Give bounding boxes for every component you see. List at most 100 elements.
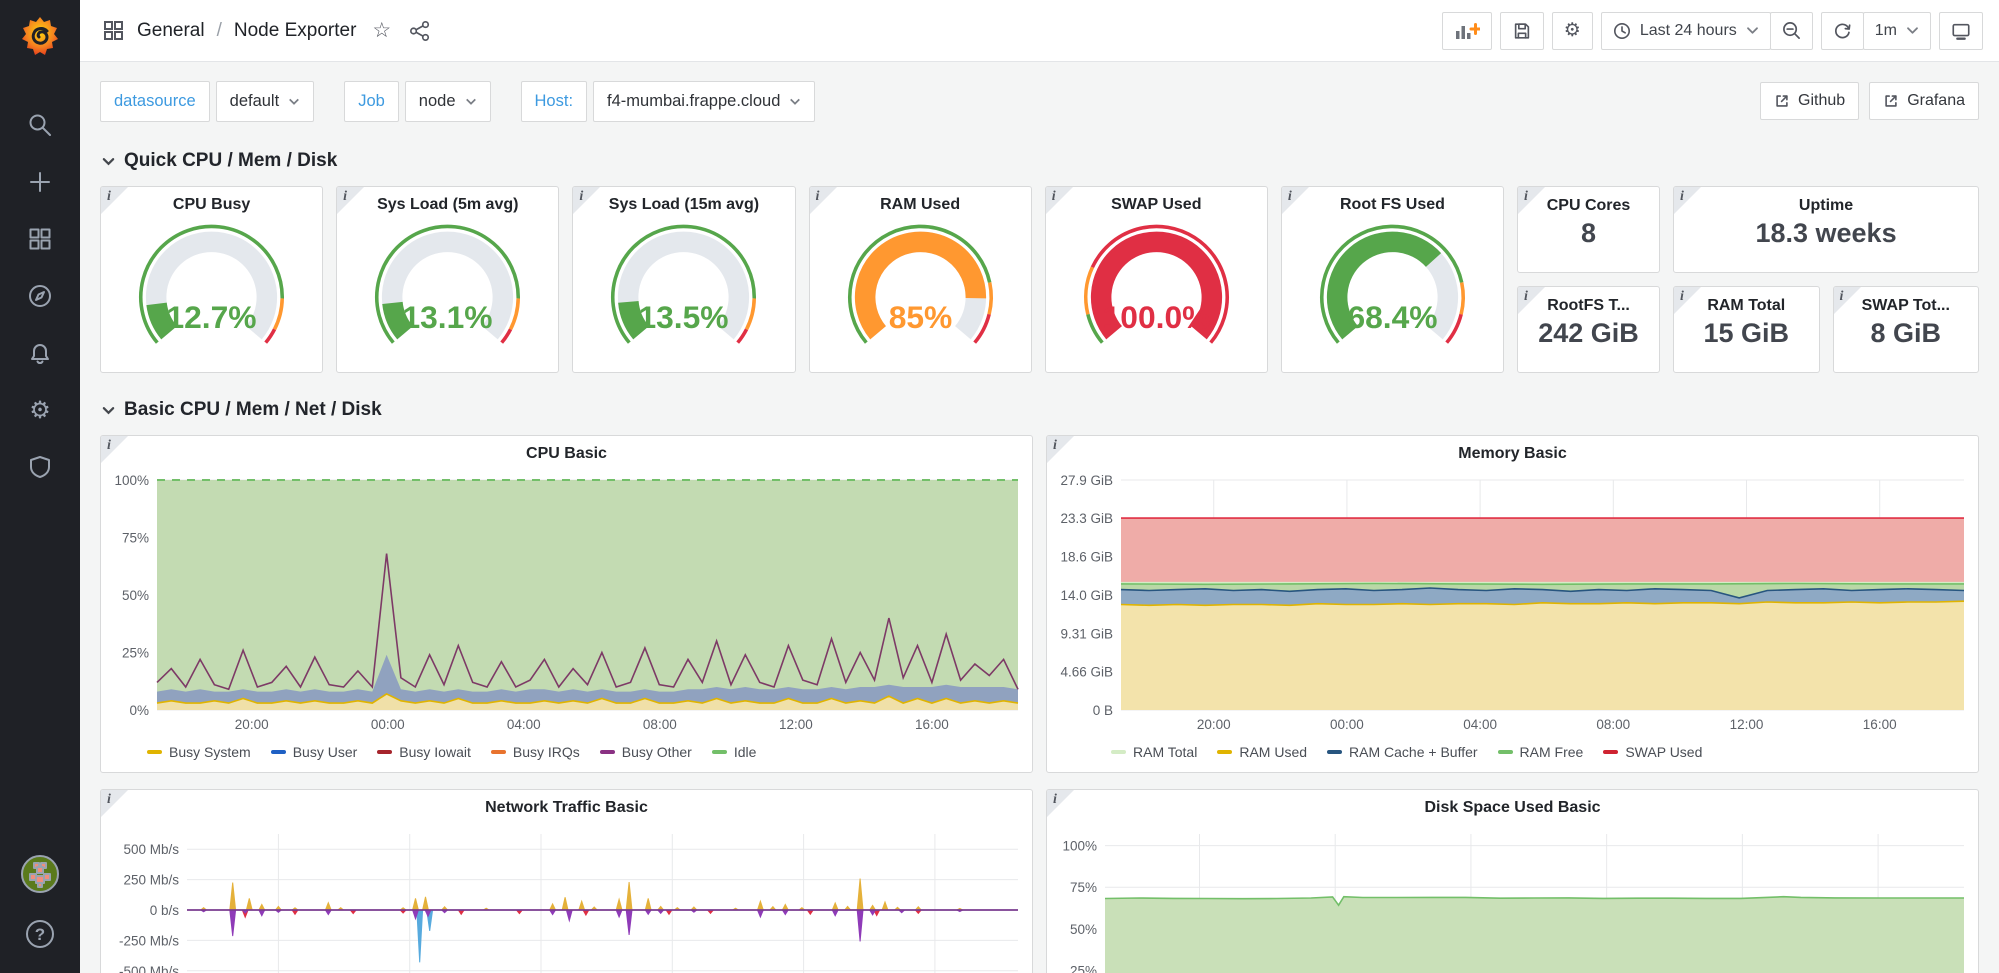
configuration-gear-icon[interactable]: ⚙ bbox=[27, 397, 53, 423]
user-avatar[interactable] bbox=[21, 855, 59, 893]
dashboard-content: datasource default Job node Host: bbox=[80, 62, 1999, 973]
info-icon[interactable]: i bbox=[1053, 438, 1057, 454]
info-icon[interactable]: i bbox=[1680, 189, 1684, 205]
info-icon[interactable]: i bbox=[1524, 189, 1528, 205]
create-plus-icon[interactable] bbox=[27, 169, 53, 195]
add-panel-button[interactable] bbox=[1442, 12, 1492, 50]
legend-item[interactable]: Busy User bbox=[271, 744, 358, 760]
variables-row: datasource default Job node Host: bbox=[100, 80, 1979, 122]
gauge-swap-used[interactable]: 100.0% bbox=[1046, 221, 1267, 365]
legend-item[interactable]: Busy IRQs bbox=[491, 744, 580, 760]
gear-icon: ⚙ bbox=[1564, 21, 1581, 40]
legend-swatch bbox=[1498, 750, 1513, 754]
svg-text:250 Mb/s: 250 Mb/s bbox=[123, 873, 179, 888]
stat-value: 8 GiB bbox=[1834, 318, 1979, 349]
variable-value-dropdown[interactable]: f4-mumbai.frappe.cloud bbox=[593, 81, 815, 122]
dashboard-grid-icon[interactable] bbox=[102, 19, 125, 42]
gauge-ram-used[interactable]: 85% bbox=[810, 221, 1031, 365]
legend-item[interactable]: Busy System bbox=[147, 744, 251, 760]
info-icon[interactable]: i bbox=[1524, 289, 1528, 305]
legend-swatch bbox=[712, 750, 727, 754]
alerting-bell-icon[interactable] bbox=[27, 340, 53, 366]
section-quick-cpu-mem-disk[interactable]: Quick CPU / Mem / Disk bbox=[102, 146, 1979, 176]
info-icon[interactable]: i bbox=[1053, 792, 1057, 808]
legend-swatch bbox=[491, 750, 506, 754]
info-icon[interactable]: i bbox=[1680, 289, 1684, 305]
legend-item[interactable]: SWAP Used bbox=[1603, 744, 1702, 760]
grafana-logo-icon[interactable] bbox=[17, 14, 63, 60]
info-icon[interactable]: i bbox=[1052, 189, 1056, 205]
refresh-interval-picker[interactable]: 1m bbox=[1863, 12, 1931, 50]
legend-item[interactable]: RAM Cache + Buffer bbox=[1327, 744, 1478, 760]
panel-cpu-busy: i CPU Busy 12.7% bbox=[100, 186, 323, 373]
breadcrumb-section[interactable]: General bbox=[137, 20, 205, 42]
github-link-button[interactable]: Github bbox=[1760, 82, 1859, 120]
legend-swatch bbox=[271, 750, 286, 754]
chevron-down-icon bbox=[102, 157, 115, 166]
info-icon[interactable]: i bbox=[1288, 189, 1292, 205]
search-icon[interactable] bbox=[27, 112, 53, 138]
info-icon[interactable]: i bbox=[107, 438, 111, 454]
refresh-button[interactable] bbox=[1821, 12, 1864, 50]
legend-item[interactable]: RAM Used bbox=[1217, 744, 1307, 760]
svg-text:04:00: 04:00 bbox=[507, 717, 541, 732]
dashboard-settings-button[interactable]: ⚙ bbox=[1552, 12, 1593, 50]
favorite-star-icon[interactable]: ☆ bbox=[372, 18, 391, 43]
variable-value-dropdown[interactable]: node bbox=[405, 81, 491, 122]
gauge-cpu-busy[interactable]: 12.7% bbox=[101, 221, 322, 365]
legend-label: Busy User bbox=[293, 744, 358, 760]
info-icon[interactable]: i bbox=[343, 189, 347, 205]
variable-value-dropdown[interactable]: default bbox=[216, 81, 315, 122]
legend-item[interactable]: RAM Free bbox=[1498, 744, 1584, 760]
svg-text:75%: 75% bbox=[122, 531, 149, 546]
tv-kiosk-button[interactable] bbox=[1939, 12, 1983, 50]
section-basic-cpu-mem-net-disk[interactable]: Basic CPU / Mem / Net / Disk bbox=[102, 395, 1979, 425]
variable-label: Job bbox=[344, 81, 399, 122]
cpu-basic-chart[interactable]: 20:0000:0004:0008:0012:0016:000%25%50%75… bbox=[107, 470, 1026, 736]
info-icon[interactable]: i bbox=[816, 189, 820, 205]
chevron-down-icon bbox=[1746, 26, 1759, 35]
save-dashboard-button[interactable] bbox=[1500, 12, 1544, 50]
external-link-icon bbox=[1883, 93, 1899, 109]
time-range-picker[interactable]: Last 24 hours bbox=[1601, 12, 1771, 50]
stat-value: 8 bbox=[1518, 218, 1659, 249]
svg-text:12:00: 12:00 bbox=[1730, 717, 1764, 732]
gauge-sys-load-5m[interactable]: 13.1% bbox=[337, 221, 558, 365]
explore-compass-icon[interactable] bbox=[27, 283, 53, 309]
memory-basic-chart[interactable]: 20:0000:0004:0008:0012:0016:000 B4.66 Gi… bbox=[1053, 470, 1972, 736]
panel-ram-used: i RAM Used 85% bbox=[809, 186, 1032, 373]
breadcrumb-page[interactable]: Node Exporter bbox=[234, 20, 357, 42]
dashboards-grid-icon[interactable] bbox=[27, 226, 53, 252]
refresh-controls: 1m bbox=[1821, 12, 1931, 50]
panel-info-corner bbox=[337, 187, 364, 214]
legend-swatch bbox=[147, 750, 162, 754]
disk-space-used-basic-chart[interactable]: 20:0000:0004:0008:0012:0016:00100%75%50%… bbox=[1053, 824, 1972, 973]
panel-info-corner bbox=[101, 436, 128, 463]
gauge-root-fs-used[interactable]: 68.4% bbox=[1282, 221, 1503, 365]
server-admin-shield-icon[interactable] bbox=[27, 454, 53, 480]
legend-label: Busy Other bbox=[622, 744, 692, 760]
panel-rootfs-total: i RootFS T... 242 GiB bbox=[1517, 286, 1660, 373]
refresh-icon bbox=[1833, 21, 1852, 40]
svg-text:08:00: 08:00 bbox=[1596, 717, 1630, 732]
svg-text:?: ? bbox=[35, 925, 45, 944]
legend-item[interactable]: Busy Other bbox=[600, 744, 692, 760]
info-icon[interactable]: i bbox=[107, 189, 111, 205]
zoom-out-button[interactable] bbox=[1770, 12, 1813, 50]
share-icon[interactable] bbox=[409, 20, 431, 42]
legend-item[interactable]: Busy Iowait bbox=[377, 744, 471, 760]
info-icon[interactable]: i bbox=[579, 189, 583, 205]
info-icon[interactable]: i bbox=[107, 792, 111, 808]
svg-text:50%: 50% bbox=[1070, 922, 1097, 937]
legend-item[interactable]: RAM Total bbox=[1111, 744, 1197, 760]
legend-item[interactable]: Idle bbox=[712, 744, 757, 760]
svg-text:12:00: 12:00 bbox=[779, 717, 813, 732]
network-traffic-basic-chart[interactable]: 20:0000:0004:0008:0012:0016:00500 Mb/s25… bbox=[107, 824, 1026, 973]
memory-basic-legend: RAM Total RAM Used RAM Cache + Buffer RAM F… bbox=[1047, 736, 1978, 768]
help-icon[interactable]: ? bbox=[23, 917, 57, 951]
grafana-link-button[interactable]: Grafana bbox=[1869, 82, 1979, 120]
panel-disk-space-used-basic: i Disk Space Used Basic 20:0000:0004:000… bbox=[1046, 789, 1979, 973]
info-icon[interactable]: i bbox=[1840, 289, 1844, 305]
variable-label: Host: bbox=[521, 81, 588, 122]
gauge-sys-load-15m[interactable]: 13.5% bbox=[573, 221, 794, 365]
